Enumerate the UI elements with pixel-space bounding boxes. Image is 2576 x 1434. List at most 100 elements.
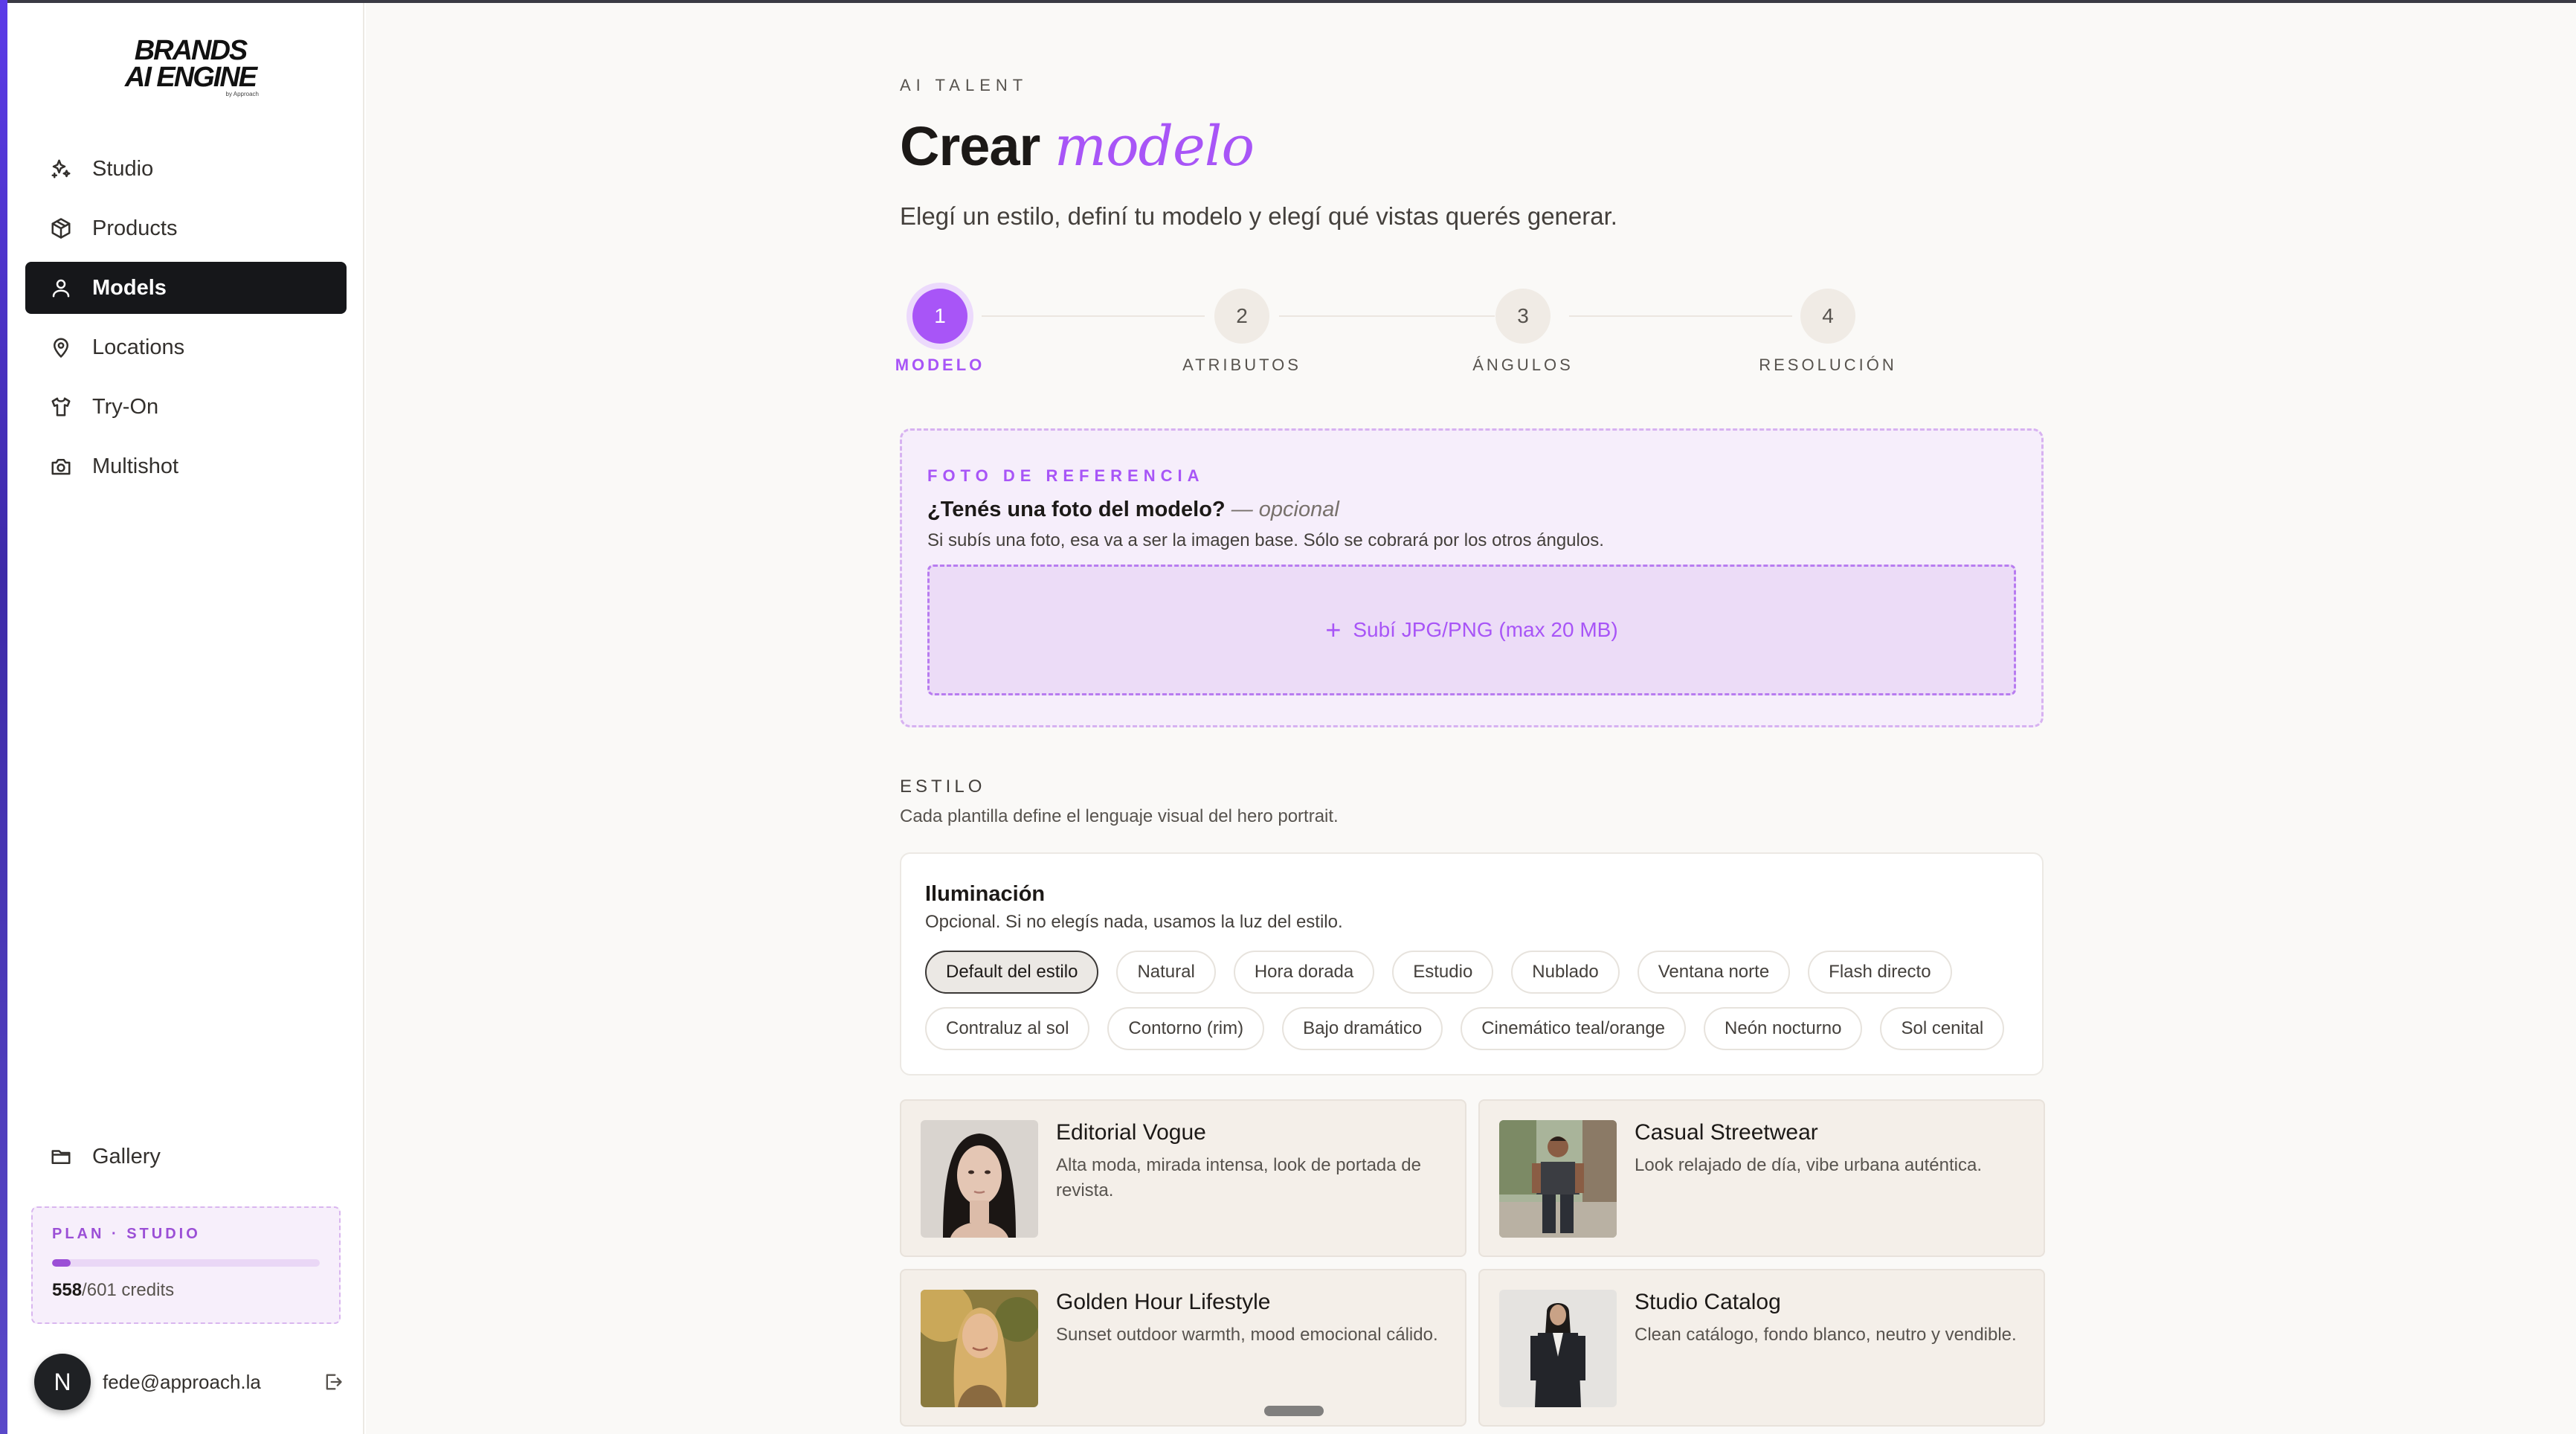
step-angulos[interactable]: 3 ÁNGULOS (1449, 289, 1597, 375)
lighting-chip[interactable]: Hora dorada (1233, 951, 1375, 994)
step-number: 3 (1495, 289, 1551, 344)
sidebar-item-models[interactable]: Models (25, 262, 347, 314)
credits-progress-bar (52, 1259, 320, 1267)
lighting-chip[interactable]: Cinemático teal/orange (1461, 1007, 1687, 1050)
sidebar-item-label: Locations (92, 335, 185, 359)
template-title: Golden Hour Lifestyle (1056, 1290, 1271, 1314)
credits-progress-fill (52, 1259, 71, 1267)
page-subtitle: Elegí un estilo, definí tu modelo y eleg… (900, 202, 1617, 230)
template-card-studio-catalog[interactable]: Studio Catalog Clean catálogo, fondo bla… (1478, 1269, 2045, 1427)
sidebar-nav: Studio Products Models Locations Try-On (25, 143, 347, 500)
lighting-chip[interactable]: Natural (1116, 951, 1216, 994)
step-number: 1 (912, 289, 967, 344)
wizard-stepper: 1 MODELO 2 ATRIBUTOS 3 ÁNGULOS 4 RESOLUC… (895, 289, 2045, 385)
step-label: ATRIBUTOS (1182, 356, 1301, 374)
sidebar-item-multishot[interactable]: Multishot (25, 440, 347, 492)
sidebar: BRANDS AI ENGINE by Approach Studio Prod… (7, 3, 364, 1434)
step-modelo[interactable]: 1 MODELO (866, 289, 1014, 375)
upload-dropzone[interactable]: + Subí JPG/PNG (max 20 MB) (927, 565, 2016, 695)
box-icon (49, 216, 73, 240)
sidebar-item-gallery[interactable]: Gallery (25, 1131, 347, 1183)
step-label: ÁNGULOS (1472, 356, 1574, 374)
template-thumbnail (921, 1120, 1038, 1238)
lighting-options: Default del estilo Natural Hora dorada Estu… (925, 951, 2026, 1050)
template-thumbnail (921, 1290, 1038, 1407)
step-resolucion[interactable]: 4 RESOLUCIÓN (1754, 289, 1902, 375)
window-left-edge (0, 0, 7, 1434)
lighting-chip[interactable]: Neón nocturno (1704, 1007, 1863, 1050)
lighting-description: Opcional. Si no elegís nada, usamos la l… (925, 912, 1343, 932)
page-eyebrow: AI TALENT (900, 76, 1028, 94)
sidebar-item-label: Models (92, 275, 167, 300)
sidebar-item-products[interactable]: Products (25, 202, 347, 254)
plus-icon: + (1325, 614, 1342, 645)
sidebar-gallery-section: Gallery (25, 1131, 347, 1190)
lighting-chip[interactable]: Estudio (1392, 951, 1494, 994)
style-section-description: Cada plantilla define el lenguaje visual… (900, 806, 1339, 826)
scroll-handle[interactable] (1264, 1406, 1324, 1416)
template-description: Look relajado de día, vibe urbana autént… (1635, 1155, 1983, 1175)
page-title: Crear modelo (900, 115, 1255, 179)
template-title: Studio Catalog (1635, 1290, 1781, 1314)
sidebar-item-try-on[interactable]: Try-On (25, 381, 347, 433)
template-thumbnail (1499, 1120, 1617, 1238)
template-title: Casual Streetwear (1635, 1120, 1818, 1145)
map-pin-icon (49, 335, 73, 359)
lighting-chip[interactable]: Contraluz al sol (925, 1007, 1090, 1050)
reference-question: ¿Tenés una foto del modelo? — opcional (927, 498, 1339, 522)
lighting-chip[interactable]: Sol cenital (1880, 1007, 2005, 1050)
lighting-card: Iluminación Opcional. Si no elegís nada,… (900, 852, 2044, 1076)
reference-eyebrow: FOTO DE REFERENCIA (927, 466, 1205, 485)
template-card-editorial-vogue[interactable]: Editorial Vogue Alta moda, mirada intens… (900, 1099, 1466, 1257)
sidebar-item-label: Gallery (92, 1144, 161, 1168)
avatar[interactable]: N (34, 1354, 91, 1410)
sparkles-icon (49, 157, 73, 181)
user-email: fede@approach.la (103, 1370, 261, 1393)
brand-logo-line2: AI ENGINE (124, 62, 257, 93)
page-title-italic: modelo (1054, 115, 1255, 179)
lighting-chip[interactable]: Default del estilo (925, 951, 1099, 994)
reference-photo-section: FOTO DE REFERENCIA ¿Tenés una foto del m… (900, 428, 2044, 727)
sidebar-item-label: Products (92, 216, 178, 240)
sidebar-item-studio[interactable]: Studio (25, 143, 347, 195)
template-description: Alta moda, mirada intensa, look de porta… (1056, 1155, 1421, 1200)
sidebar-item-label: Multishot (92, 454, 179, 478)
upload-label: Subí JPG/PNG (max 20 MB) (1353, 618, 1618, 641)
template-description: Clean catálogo, fondo blanco, neutro y v… (1635, 1325, 2017, 1345)
step-label: RESOLUCIÓN (1759, 356, 1897, 374)
brand-logo-line1: BRANDS (134, 35, 248, 66)
user-icon (49, 276, 73, 300)
brand-logo[interactable]: BRANDS AI ENGINE by Approach (116, 35, 265, 98)
lighting-chip[interactable]: Ventana norte (1637, 951, 1791, 994)
reference-optional-tag: — opcional (1225, 498, 1339, 521)
user-account: N fede@approach.la (34, 1352, 347, 1412)
lighting-chip[interactable]: Bajo dramático (1282, 1007, 1443, 1050)
reference-question-text: ¿Tenés una foto del modelo? (927, 498, 1226, 521)
lighting-chip[interactable]: Flash directo (1808, 951, 1952, 994)
lighting-chip[interactable]: Nublado (1511, 951, 1620, 994)
template-title: Editorial Vogue (1056, 1120, 1206, 1145)
template-thumbnail (1499, 1290, 1617, 1407)
lighting-chip[interactable]: Contorno (rim) (1107, 1007, 1265, 1050)
style-section-title: ESTILO (900, 777, 986, 797)
step-number: 4 (1800, 289, 1855, 344)
shirt-icon (49, 395, 73, 419)
sidebar-item-label: Studio (92, 156, 154, 181)
step-label: MODELO (895, 356, 985, 374)
credits-text: 558/601 credits (52, 1280, 320, 1301)
plan-title: PLAN · STUDIO (52, 1226, 201, 1242)
credits-total: /601 credits (82, 1280, 175, 1300)
folder-icon (49, 1145, 73, 1168)
sidebar-item-locations[interactable]: Locations (25, 321, 347, 373)
logout-icon (326, 1374, 342, 1390)
template-card-casual-streetwear[interactable]: Casual Streetwear Look relajado de día, … (1478, 1099, 2045, 1257)
template-description: Sunset outdoor warmth, mood emocional cá… (1056, 1325, 1438, 1345)
lighting-title: Iluminación (925, 882, 1046, 906)
plan-credits-card: PLAN · STUDIO 558/601 credits (31, 1206, 341, 1324)
step-number: 2 (1214, 289, 1269, 344)
step-atributos[interactable]: 2 ATRIBUTOS (1168, 289, 1316, 375)
page-title-plain: Crear (900, 115, 1040, 177)
logout-button[interactable] (320, 1369, 347, 1395)
reference-description: Si subís una foto, esa va a ser la image… (927, 530, 1604, 550)
template-card-golden-hour-lifestyle[interactable]: Golden Hour Lifestyle Sunset outdoor war… (900, 1269, 1466, 1427)
